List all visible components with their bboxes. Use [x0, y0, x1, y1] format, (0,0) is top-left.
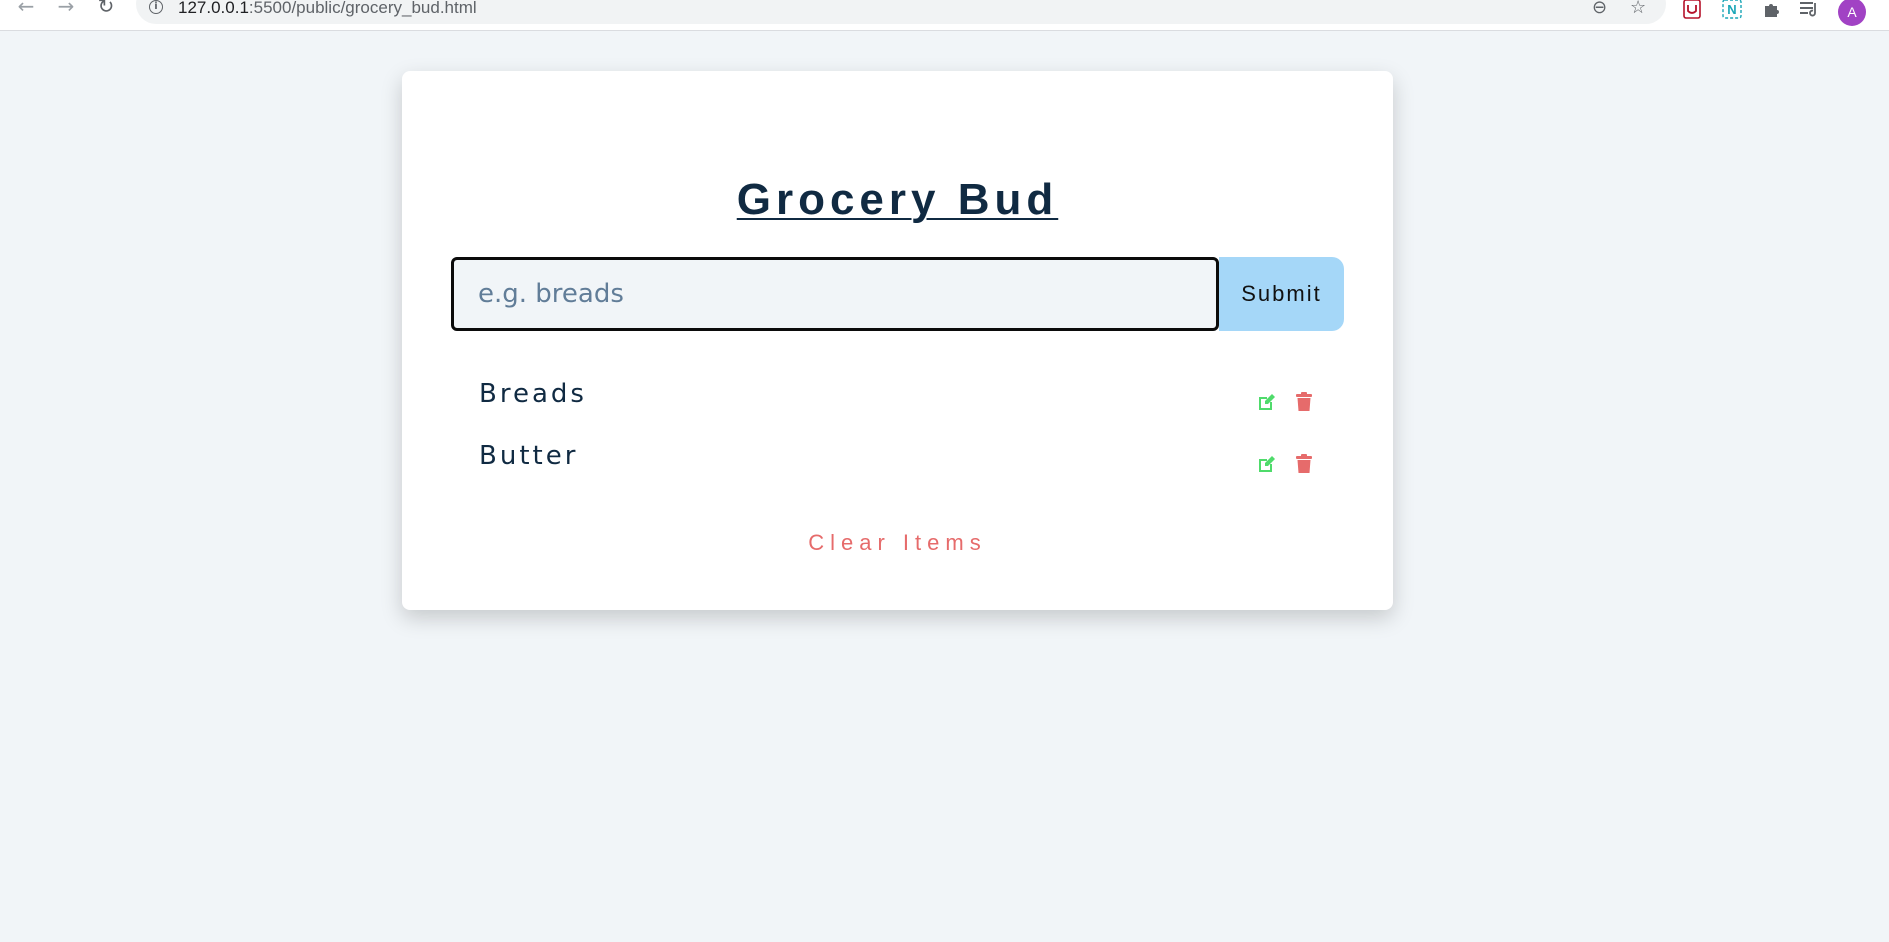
reading-list-icon[interactable] — [1799, 0, 1821, 20]
bookmark-star-icon[interactable]: ☆ — [1630, 0, 1646, 18]
extension-n-icon[interactable]: N — [1721, 0, 1743, 20]
trash-icon[interactable] — [1293, 453, 1315, 475]
reload-icon[interactable]: ↻ — [94, 0, 118, 18]
site-info-icon[interactable]: i — [149, 0, 163, 14]
svg-text:N: N — [1727, 2, 1736, 17]
profile-avatar[interactable]: A — [1838, 0, 1866, 26]
trash-icon[interactable] — [1293, 391, 1315, 413]
item-label: Breads — [479, 379, 587, 409]
grocery-form: Submit — [451, 257, 1344, 331]
edit-icon[interactable] — [1255, 391, 1277, 413]
browser-toolbar: ← → ↻ i 127.0.0.1:5500/public/grocery_bu… — [0, 0, 1889, 31]
address-bar[interactable]: i 127.0.0.1:5500/public/grocery_bud.html… — [136, 0, 1666, 24]
url-text[interactable]: 127.0.0.1:5500/public/grocery_bud.html — [178, 0, 477, 18]
extensions-puzzle-icon[interactable] — [1761, 0, 1783, 20]
back-arrow-icon[interactable]: ← — [14, 0, 38, 18]
extension-shield-icon[interactable] — [1681, 0, 1703, 20]
edit-icon[interactable] — [1255, 453, 1277, 475]
list-item: Breads — [477, 379, 1327, 441]
grocery-card: Grocery Bud Submit Breads Butter — [402, 71, 1393, 610]
url-host: 127.0.0.1 — [178, 0, 249, 17]
clear-items-button[interactable]: Clear Items — [402, 529, 1393, 557]
list-item: Butter — [477, 441, 1327, 503]
grocery-input[interactable] — [451, 257, 1219, 331]
item-label: Butter — [479, 441, 579, 471]
url-path: :5500/public/grocery_bud.html — [248, 0, 477, 17]
submit-button[interactable]: Submit — [1219, 257, 1344, 331]
forward-arrow-icon[interactable]: → — [54, 0, 78, 18]
grocery-list: Breads Butter — [477, 379, 1327, 503]
zoom-out-icon[interactable]: ⊖ — [1592, 0, 1607, 18]
app-title: Grocery Bud — [736, 175, 1059, 224]
